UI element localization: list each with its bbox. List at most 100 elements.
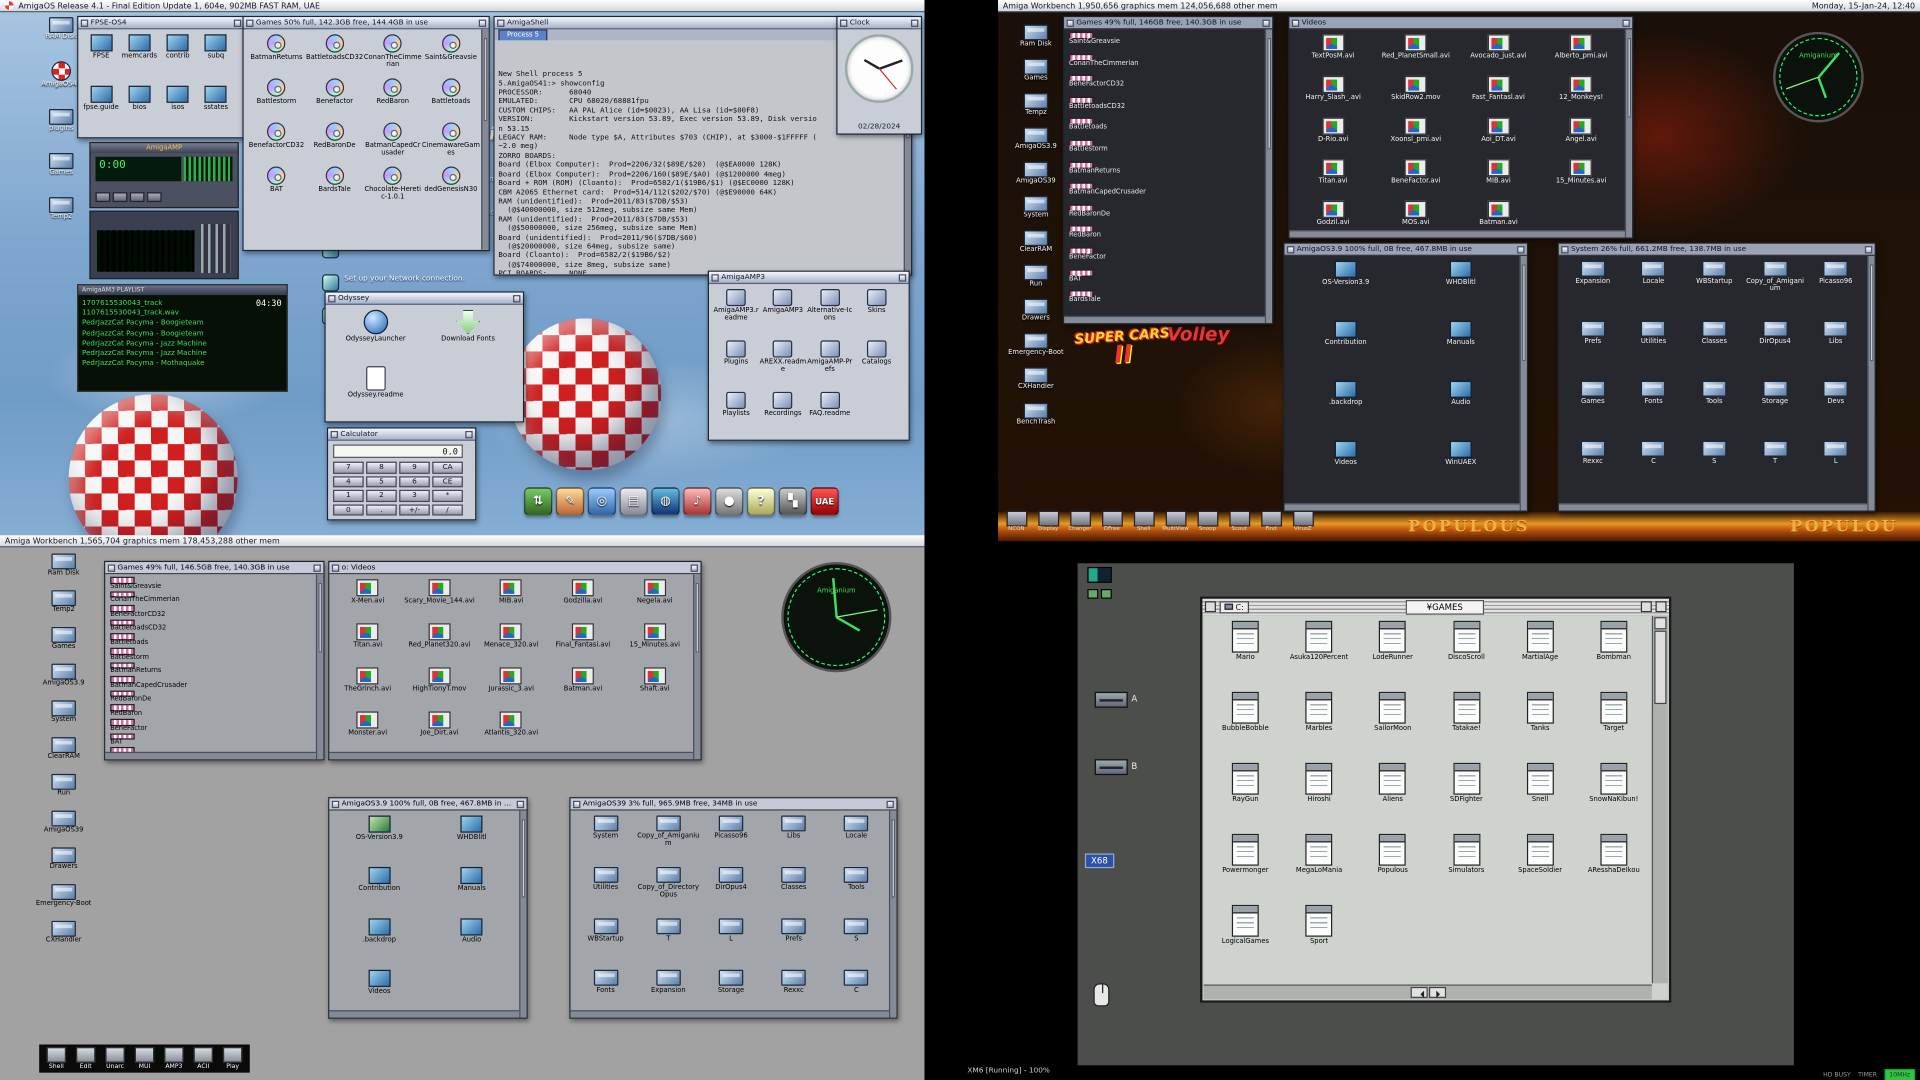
drawer-item-icon[interactable]: DirOpus4 [700,864,763,915]
file-icon[interactable]: Snell [1503,760,1577,831]
depth-gadget[interactable] [465,430,472,437]
drawer-item-icon[interactable]: Videos [1288,438,1403,498]
video-file-icon[interactable]: D-Rio.avi [1292,115,1375,157]
video-file-icon[interactable]: HighTionyT.mov [404,665,476,709]
depth-gadget[interactable] [887,800,894,807]
dock-item[interactable]: Display [1033,511,1062,534]
drawer-item-icon[interactable]: Picasso96 [700,813,763,864]
game-icon[interactable]: RedBaron [364,76,422,120]
file-icon[interactable]: DiscoScroll [1430,618,1504,689]
game-icon[interactable]: Battlestorm [247,76,305,120]
drawer-item-icon[interactable]: Tools [1684,378,1745,438]
drawer-item-icon[interactable]: Copy_of_Amiganium [1745,258,1806,318]
file-icon[interactable]: LogicalGames [1209,902,1283,973]
dock-item[interactable]: Shell [43,1047,70,1070]
playlist-title[interactable]: AmigaAM3 PLAYLIST [78,285,286,295]
depth-gadget[interactable] [1865,246,1872,253]
desktop-icon[interactable]: BenchTrash [1007,402,1066,425]
drawer-item-icon[interactable]: Storage [1745,378,1806,438]
dock-item[interactable]: Snoop [1193,511,1222,534]
video-file-icon[interactable]: Godzilla.avi [547,577,619,621]
calculator-key[interactable]: / [432,504,463,516]
desktop-icon[interactable]: Drawers [34,848,93,871]
dock-item[interactable]: AMP3 [160,1047,187,1070]
file-icon[interactable]: memcards [120,32,158,83]
file-icon[interactable]: AmigaAMP-Prefs [806,338,853,389]
scrollbar-horizontal[interactable] [1284,503,1519,510]
calculator-key[interactable]: 5 [366,476,397,488]
calculator-key[interactable]: 7 [333,462,364,474]
drawer-item-icon[interactable]: Utilities [1623,318,1684,378]
file-icon[interactable]: Mario [1209,618,1283,689]
dock-item[interactable]: Find [1256,511,1285,534]
game-icon[interactable]: BattletoadsCD32 [306,32,364,76]
depth-gadget[interactable] [517,800,524,807]
video-file-icon[interactable]: MIB.avi [475,577,547,621]
calculator-key[interactable]: 6 [399,476,430,488]
scrollbar-horizontal[interactable] [105,752,316,759]
drawer-item-icon[interactable]: OS-Version3.9 [1288,258,1403,318]
next-button[interactable] [147,192,162,202]
video-file-icon[interactable]: Aoi_DT.avi [1457,115,1540,157]
desktop-icon[interactable]: Emergency-Boot [1007,334,1066,357]
video-file-icon[interactable]: Avocado_just.avi [1457,32,1540,74]
depth-gadget[interactable] [313,564,320,571]
game-icon[interactable]: Benefactor [306,76,364,120]
video-file-icon[interactable]: Xoonsl_pmi.avi [1374,115,1457,157]
drawer-item-icon[interactable]: Manuals [1403,318,1518,378]
scrollbar-horizontal[interactable] [329,752,693,759]
drawer-item-icon[interactable]: WHDBlitl [1403,258,1518,318]
track-item[interactable]: PedrJazzCat Pacyma - Jazz Machine [82,349,252,359]
playlist-tracks[interactable]: 1707615530043_track1107615530043_track.w… [82,299,252,387]
file-icon[interactable]: contrib [159,32,197,83]
file-icon[interactable]: Recordings [759,389,806,439]
file-icon[interactable]: OdysseyLauncher [329,307,421,363]
desktop-icon[interactable]: Run [34,774,93,797]
dock-icon[interactable]: ◍ [651,487,679,515]
track-item[interactable]: 1107615530043_track.wav [82,309,252,319]
file-icon[interactable]: Populous [1356,831,1430,902]
video-file-icon[interactable]: 12_Monkeys! [1540,73,1623,115]
drive-button[interactable]: C: [1220,601,1249,613]
file-icon[interactable]: RayGun [1209,760,1283,831]
dock-item[interactable]: DFree [1097,511,1126,534]
file-icon[interactable]: BubbleBobble [1209,689,1283,760]
drawer-item-icon[interactable]: Prefs [762,916,825,967]
desktop-icon[interactable]: CXHandler [1007,368,1066,391]
dock-icon[interactable]: ♪ [683,487,711,515]
calculator-key[interactable]: 3 [399,490,430,502]
menu-gadget[interactable] [1205,601,1216,612]
window-title[interactable]: AmigaAMP3 [721,273,896,282]
drawer-item-icon[interactable]: S [825,916,888,967]
game-icon[interactable]: RedBaronDe [306,120,364,164]
calculator-key[interactable]: 2 [366,490,397,502]
scrollbar-horizontal[interactable] [1204,984,1652,999]
video-file-icon[interactable]: Angel.avi [1540,115,1623,157]
desktop-icon[interactable]: Ram Disk [34,553,93,576]
scrollbar-horizontal[interactable] [1559,503,1868,510]
file-icon[interactable]: LodeRunner [1356,618,1430,689]
floppy-drive-b-icon[interactable] [1095,759,1128,775]
calculator-key[interactable]: * [432,490,463,502]
game-icon[interactable]: BeneFactor [110,719,314,733]
drawer-item-icon[interactable]: Libs [762,813,825,864]
dock-item[interactable]: VirusZ [1288,511,1317,534]
game-icon[interactable]: RedBaronDe [1069,204,1264,226]
file-icon[interactable]: Tanks [1503,689,1577,760]
desktop-icon[interactable]: System [34,701,93,724]
setup-task[interactable]: Set up your Network connection. [322,275,538,292]
file-icon[interactable]: subq [197,32,235,83]
desktop-icon[interactable]: ClearRAM [34,737,93,760]
video-file-icon[interactable]: X-Men.avi [332,577,404,621]
video-file-icon[interactable]: Scary_Movie_144.avi [404,577,476,621]
file-icon[interactable]: SnowNaKibun! [1577,760,1651,831]
scrollbar-horizontal[interactable] [1289,230,1625,237]
floppy-drive-a-icon[interactable] [1095,692,1128,708]
video-file-icon[interactable]: TextPosM.avi [1292,32,1375,74]
game-icon[interactable]: ConanTheCimmerian [364,32,422,76]
drawer-item-icon[interactable]: System [574,813,637,864]
close-gadget[interactable] [81,19,88,26]
game-icon[interactable]: ConanTheCimmerian [1069,53,1264,75]
game-icon[interactable]: Saint&Greavsie [1069,32,1264,54]
drawer-item-icon[interactable]: Locale [825,813,888,864]
